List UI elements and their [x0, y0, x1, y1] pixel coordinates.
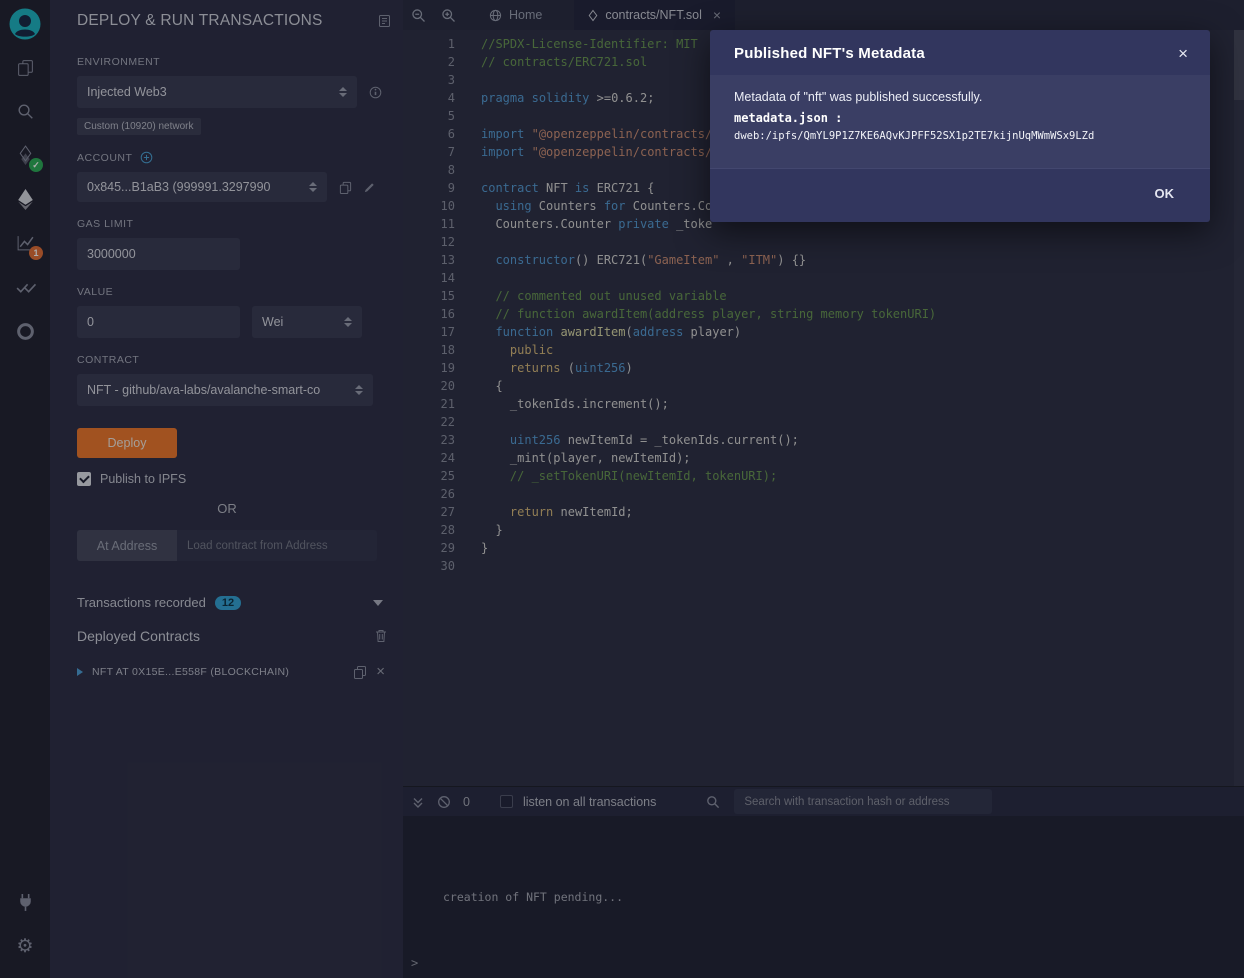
ok-button[interactable]: OK: [1149, 180, 1181, 207]
published-metadata-modal: Published NFT's Metadata × Metadata of "…: [710, 30, 1210, 222]
ipfs-url: dweb:/ipfs/QmYL9P1Z7KE6AQvKJPFF52SX1p2TE…: [734, 130, 1186, 142]
modal-title: Published NFT's Metadata: [734, 45, 925, 62]
modal-close-icon[interactable]: ×: [1178, 45, 1188, 62]
modal-message: Metadata of "nft" was published successf…: [734, 90, 1186, 104]
metadata-filename: metadata.json :: [734, 111, 1186, 125]
remix-ide-window: ✓ 1 ⚙ DEPLOY & RUN TRANSACTIONS: [0, 0, 1244, 978]
